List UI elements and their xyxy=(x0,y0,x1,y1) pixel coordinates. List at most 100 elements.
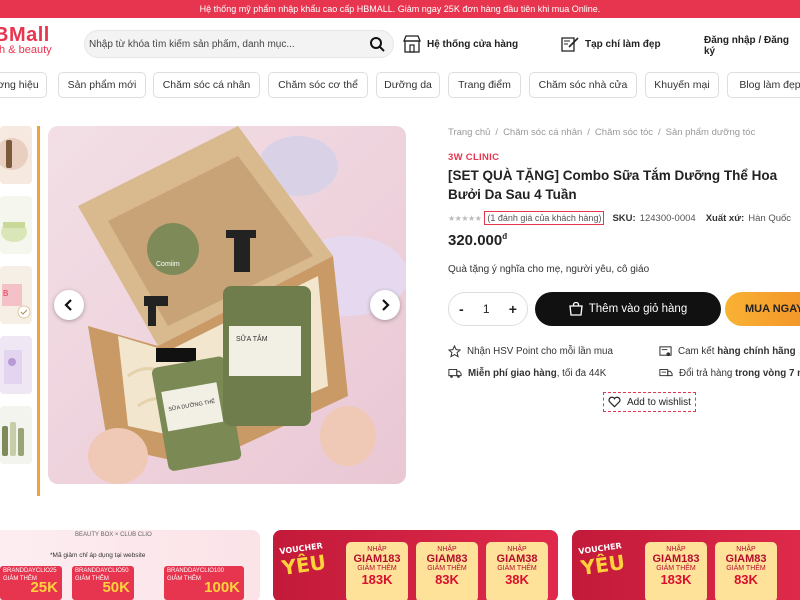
thumbnail-5[interactable] xyxy=(0,406,32,464)
box-logo: Comiim xyxy=(156,261,180,268)
sku-label: SKU: xyxy=(612,212,636,224)
voucher-label: GIẢM THÊM xyxy=(497,565,537,572)
review-count-link[interactable]: (1 đánh giá của khách hàng) xyxy=(484,211,605,225)
promo-value: 100K xyxy=(204,579,240,596)
breadcrumb-personal-care[interactable]: Chăm sóc cá nhân xyxy=(503,127,582,138)
promo-code: BRANDDAYCLIO50 xyxy=(75,568,129,574)
breadcrumb: Trang chủ / Chăm sóc cá nhân / Chăm sóc tóc /… xyxy=(448,127,756,138)
promo-code-card[interactable]: BRANDDAYCLIO25 GIẢM THÊM 25K xyxy=(0,566,62,600)
add-to-cart-button[interactable]: Thêm vào giỏ hàng xyxy=(535,292,721,326)
breadcrumb-hair-care[interactable]: Chăm sóc tóc xyxy=(595,127,653,138)
nav-item-personal-care[interactable]: Chăm sóc cá nhân xyxy=(153,72,260,98)
product-title: [SET QUÀ TẶNG] Combo Sữa Tắm Dưỡng Thể H… xyxy=(448,168,778,202)
voucher-value: 83K xyxy=(435,572,459,587)
product-brand[interactable]: 3W CLINIC xyxy=(448,152,499,163)
wishlist-label: Add to wishlist xyxy=(627,396,691,408)
category-nav: ơng hiệu Sản phẩm mới Chăm sóc cá nhân C… xyxy=(0,70,800,100)
feature-shipping-suffix: , tối đa 44K xyxy=(556,367,607,379)
voucher-code: GIAM183 xyxy=(353,553,401,565)
nav-item-brands[interactable]: ơng hiệu xyxy=(0,72,47,98)
voucher-card[interactable]: NHẬP GIAM83 GIẢM THÊM 83K xyxy=(715,542,777,600)
nav-item-skincare[interactable]: Dưỡng da xyxy=(376,72,440,98)
nav-item-new-products[interactable]: Sản phẩm mới xyxy=(58,72,146,98)
voucher-label: GIẢM THÊM xyxy=(656,565,696,572)
voucher-value: 183K xyxy=(361,572,393,587)
nav-item-home-care[interactable]: Chăm sóc nhà cửa xyxy=(529,72,637,98)
promo-code: BRANDDAYCLIO25 xyxy=(3,568,57,574)
search-input[interactable] xyxy=(89,33,359,55)
store-system-link[interactable]: Hệ thống cửa hàng xyxy=(402,35,518,53)
login-link[interactable]: Đăng nhập / Đăng ký xyxy=(704,35,800,57)
thumbnail-2[interactable] xyxy=(0,196,32,254)
return-truck-icon xyxy=(659,369,673,377)
voucher-code: GIAM83 xyxy=(426,553,468,565)
store-system-label: Hệ thống cửa hàng xyxy=(427,38,519,50)
beauty-tips-label: Tạp chí làm đẹp xyxy=(585,38,661,50)
voucher-value: 183K xyxy=(660,572,692,587)
voucher-code: GIAM183 xyxy=(652,553,700,565)
login-label: Đăng nhập / Đăng ký xyxy=(704,35,789,57)
voucher-value: 38K xyxy=(505,572,529,587)
voucher-card[interactable]: NHẬP GIAM83 GIẢM THÊM 83K xyxy=(416,542,478,600)
voucher-card[interactable]: NHẬP GIAM183 GIẢM THÊM 183K xyxy=(645,542,707,600)
promo-banner-voucher[interactable]: VOUCHER YÊU NHẬP GIAM183 GIẢM THÊM 183K NHẬP… xyxy=(273,530,558,600)
truck-icon xyxy=(448,369,462,378)
promo-code-card[interactable]: BRANDDAYCLIO100 GIẢM THÊM 100K xyxy=(164,566,244,600)
voucher-big-text: YÊU xyxy=(579,549,627,580)
voucher-title: VOUCHER YÊU xyxy=(578,541,627,580)
nav-item-makeup[interactable]: Trang điểm xyxy=(448,72,521,98)
chevron-left-icon xyxy=(64,299,72,311)
breadcrumb-hair-products[interactable]: Sản phẩm dưỡng tóc xyxy=(666,127,756,138)
thumbnail-3[interactable]: B xyxy=(0,266,32,324)
voucher-top: NHẬP xyxy=(437,546,457,553)
search-icon[interactable] xyxy=(369,36,385,52)
beauty-tips-link[interactable]: Tạp chí làm đẹp xyxy=(560,35,661,53)
thumbnail-1[interactable] xyxy=(0,126,32,184)
buy-now-button[interactable]: MUA NGAY xyxy=(725,292,800,326)
main-product-image: Comiim SỮA DƯỠNG THỂ SỮA TẮM xyxy=(48,126,406,484)
nav-item-promotions[interactable]: Khuyến mại xyxy=(645,72,719,98)
logo-sub-text: th & beauty xyxy=(0,44,52,56)
feature-free-shipping: Miễn phí giao hàng, tối đa 44K xyxy=(448,367,606,379)
hbmall-logo[interactable]: BMall th & beauty xyxy=(0,24,74,56)
feature-points-label: Nhận HSV Point cho mỗi lần mua xyxy=(467,346,613,357)
currency-symbol: đ xyxy=(502,232,508,241)
nav-item-blog[interactable]: Blog làm đẹp xyxy=(727,72,800,98)
feature-return: Đổi trả hàng trong vòng 7 n xyxy=(659,367,800,379)
product-short-description: Quà tặng ý nghĩa cho mẹ, người yêu, cô g… xyxy=(448,264,650,275)
voucher-top: NHẬP xyxy=(736,546,756,553)
add-to-wishlist-button[interactable]: Add to wishlist xyxy=(603,392,696,412)
feature-return-prefix: Đổi trả hàng xyxy=(679,367,733,379)
logo-main-text: BMall xyxy=(0,24,50,46)
promo-banner-voucher-2[interactable]: VOUCHER YÊU NHẬP GIAM183 GIẢM THÊM 183K NHẬP… xyxy=(572,530,800,600)
promo-banner-clio[interactable]: BEAUTY BOX × CLUB CLIO *Mã giảm chỉ áp d… xyxy=(0,530,260,600)
store-icon xyxy=(403,35,421,53)
breadcrumb-home[interactable]: Trang chủ xyxy=(448,127,490,138)
cart-icon xyxy=(569,302,583,316)
search-box xyxy=(84,30,394,58)
promo-code: BRANDDAYCLIO100 xyxy=(167,568,224,574)
prev-image-button[interactable] xyxy=(54,290,84,320)
voucher-top: NHẬP xyxy=(666,546,686,553)
voucher-label: GIẢM THÊM xyxy=(357,565,397,572)
banner-note: *Mã giảm chỉ áp dụng tại website xyxy=(50,552,146,559)
nav-item-body-care[interactable]: Chăm sóc cơ thể xyxy=(268,72,368,98)
promo-value: 25K xyxy=(30,579,58,596)
feature-shipping-bold: Miễn phí giao hàng xyxy=(468,367,557,379)
quantity-stepper: - 1 + xyxy=(448,292,528,326)
qty-decrease-button[interactable]: - xyxy=(459,301,464,317)
promo-code-card[interactable]: BRANDDAYCLIO50 GIẢM THÊM 50K xyxy=(72,566,134,600)
announcement-bar: Hệ thống mỹ phẩm nhập khẩu cao cấp HBMAL… xyxy=(0,0,800,18)
voucher-card[interactable]: NHẬP GIAM183 GIẢM THÊM 183K xyxy=(346,542,408,600)
voucher-card[interactable]: NHẬP GIAM38 GIẢM THÊM 38K xyxy=(486,542,548,600)
thumbnail-scrollbar[interactable] xyxy=(37,126,40,496)
rating-stars: ★★★★★ xyxy=(448,213,482,223)
thumbnail-4[interactable] xyxy=(0,336,32,394)
voucher-big-text: YÊU xyxy=(280,549,328,580)
qty-increase-button[interactable]: + xyxy=(509,301,517,317)
origin-label: Xuất xứ: xyxy=(705,212,745,224)
voucher-top: NHẬP xyxy=(367,546,387,553)
feature-authentic-bold: hàng chính hãng xyxy=(717,346,796,357)
qty-value[interactable]: 1 xyxy=(483,302,490,316)
next-image-button[interactable] xyxy=(370,290,400,320)
